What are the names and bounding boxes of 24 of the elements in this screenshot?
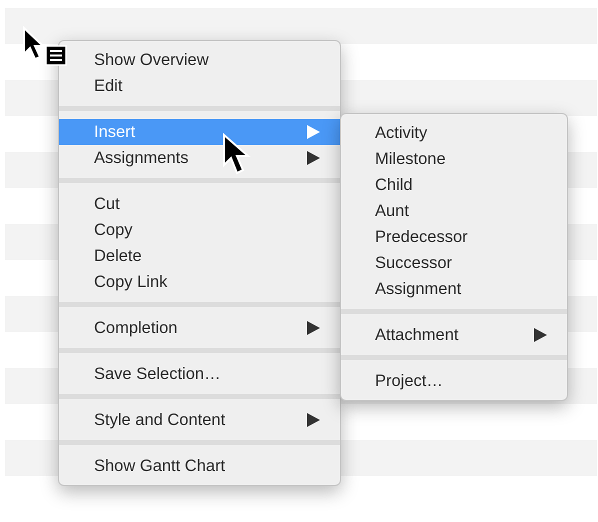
- submenu-arrow-icon: [307, 321, 320, 335]
- menu-item[interactable]: Predecessor: [341, 224, 567, 250]
- menu-item[interactable]: Completion: [59, 315, 340, 341]
- menu-item[interactable]: Assignments: [59, 145, 340, 171]
- menu-item[interactable]: Child: [341, 172, 567, 198]
- menu-item[interactable]: Milestone: [341, 146, 567, 172]
- menu-item[interactable]: Project…: [341, 368, 567, 394]
- menu-item[interactable]: Activity: [341, 120, 567, 146]
- menu-item[interactable]: Copy: [59, 217, 340, 243]
- submenu-arrow-icon: [307, 151, 320, 165]
- submenu-arrow-icon: [534, 328, 547, 342]
- menu-item[interactable]: Aunt: [341, 198, 567, 224]
- menu-item[interactable]: Assignment: [341, 276, 567, 302]
- menu-item[interactable]: Style and Content: [59, 407, 340, 433]
- menu-item[interactable]: Copy Link: [59, 269, 340, 295]
- menu-item[interactable]: Edit: [59, 73, 340, 99]
- submenu-arrow-icon: [307, 413, 320, 427]
- menu-item[interactable]: Cut: [59, 191, 340, 217]
- menu-item[interactable]: Save Selection…: [59, 361, 340, 387]
- submenu-arrow-icon: [307, 125, 320, 139]
- menu-item[interactable]: Attachment: [341, 322, 567, 348]
- menu-item[interactable]: Successor: [341, 250, 567, 276]
- menu-item[interactable]: Delete: [59, 243, 340, 269]
- menu-item[interactable]: Show Gantt Chart: [59, 453, 340, 479]
